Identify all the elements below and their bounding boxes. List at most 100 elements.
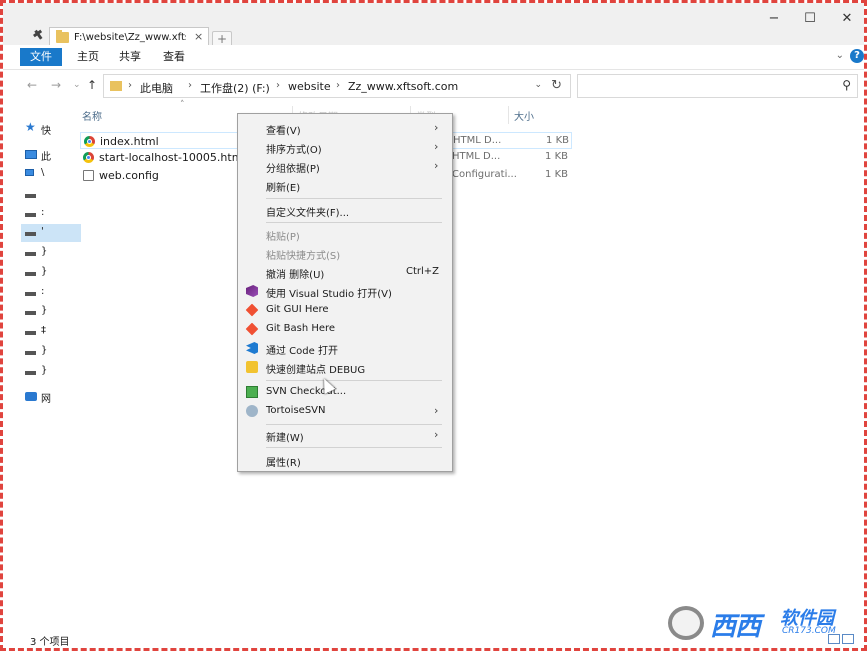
drive-icon <box>25 272 36 276</box>
menu-item-svn-checkout[interactable]: SVN Checkout... <box>238 383 452 402</box>
menu-item-label: Git Bash Here <box>266 323 336 334</box>
file-type: HTML D... <box>452 151 501 162</box>
menu-item-debug-site[interactable]: 快速创建站点 DEBUG <box>238 358 452 377</box>
menu-item-group[interactable]: 分组依据(P) › <box>238 157 452 176</box>
address-dropdown-icon[interactable]: ⌄ <box>534 80 542 90</box>
breadcrumb-website[interactable]: website <box>288 80 331 93</box>
menu-item-open-visual-studio[interactable]: 使用 Visual Studio 打开(V) <box>238 282 452 301</box>
nav-item-this-pc[interactable]: 此 <box>25 146 77 164</box>
menu-item-label: Git GUI Here <box>266 304 329 315</box>
nav-item-network[interactable]: 网 <box>25 388 77 406</box>
help-icon[interactable]: ? <box>850 49 864 63</box>
breadcrumb-separator: › <box>128 80 132 91</box>
menu-item-view[interactable]: 查看(V) › <box>238 119 452 138</box>
up-icon[interactable]: ↑ <box>87 78 97 92</box>
menu-item-customize-folder[interactable]: 自定义文件夹(F)... <box>238 201 452 220</box>
menu-item-undo-delete[interactable]: 撤消 删除(U) Ctrl+Z <box>238 263 452 282</box>
drive-icon <box>25 213 36 217</box>
nav-item-label: : <box>41 286 45 297</box>
breadcrumb-separator: › <box>336 80 340 91</box>
nav-item-label: \ <box>41 167 45 178</box>
breadcrumb-separator: › <box>188 80 192 91</box>
ribbon-tabs: 文件 主页 共享 查看 ⌄ ? <box>3 45 864 70</box>
refresh-icon[interactable]: ↻ <box>551 78 562 93</box>
pc-sub-icon <box>25 169 34 176</box>
quick-access-icon: ★ <box>25 120 36 134</box>
menu-item-label: TortoiseSVN <box>266 405 326 416</box>
close-button[interactable]: ✕ <box>832 11 862 26</box>
visual-studio-icon <box>246 285 258 297</box>
menu-separator <box>266 380 442 381</box>
breadcrumb-separator: › <box>276 80 280 91</box>
drive-icon <box>25 292 36 296</box>
drive-icon <box>25 194 36 198</box>
expand-ribbon-icon[interactable]: ⌄ <box>836 50 844 61</box>
nav-item-label: 快 <box>41 126 51 137</box>
tab-share[interactable]: 共享 <box>109 48 151 66</box>
menu-item-label: 快速创建站点 DEBUG <box>266 365 366 376</box>
address-bar[interactable]: › 此电脑 › 工作盘(2) (F:) › website › Zz_www.x… <box>103 74 571 98</box>
minimize-button[interactable]: − <box>759 11 789 26</box>
status-item-count: 3 个项目 <box>30 637 70 648</box>
breadcrumb-drive[interactable]: 工作盘(2) (F:) <box>200 80 270 96</box>
breadcrumb-current-folder[interactable]: Zz_www.xftsoft.com <box>348 80 458 93</box>
menu-separator <box>266 198 442 199</box>
nav-item-label: } <box>41 345 48 356</box>
submenu-arrow-icon: › <box>434 159 439 172</box>
menu-item-refresh[interactable]: 刷新(E) <box>238 176 452 195</box>
nav-item-drive[interactable] <box>25 186 77 204</box>
folder-icon <box>56 30 69 43</box>
breadcrumb-this-pc[interactable]: 此电脑 <box>140 80 173 96</box>
watermark-subtitle: CR173.COM <box>782 626 836 636</box>
tab-title: F:\website\Zz_www.xftsoft <box>74 32 186 43</box>
nav-item-drive[interactable]: } <box>25 264 77 282</box>
tab-view[interactable]: 查看 <box>153 48 195 66</box>
menu-item-label: 自定义文件夹(F)... <box>266 208 350 219</box>
nav-item-quick-access[interactable]: ★ 快 <box>25 120 77 138</box>
drive-icon <box>25 252 36 256</box>
submenu-arrow-icon: › <box>434 404 439 417</box>
menu-separator <box>266 424 442 425</box>
nav-item-label: } <box>41 365 48 376</box>
menu-item-open-code[interactable]: 通过 Code 打开 <box>238 339 452 358</box>
maximize-button[interactable]: ☐ <box>795 11 825 26</box>
pin-icon[interactable] <box>31 28 45 42</box>
menu-item-git-gui[interactable]: Git GUI Here <box>238 301 452 320</box>
forward-icon[interactable]: → <box>51 78 61 92</box>
drive-icon <box>25 232 36 236</box>
nav-item-pc-sub[interactable]: \ <box>25 165 77 183</box>
submenu-arrow-icon: › <box>434 140 439 153</box>
menu-item-properties[interactable]: 属性(R) <box>238 451 452 470</box>
svn-checkout-icon <box>246 386 258 398</box>
menu-item-new[interactable]: 新建(W) › <box>238 426 452 445</box>
nav-item-drive[interactable]: : <box>25 205 77 223</box>
search-input[interactable]: ⚲ <box>577 74 858 98</box>
file-size: 1 KB <box>545 151 568 162</box>
menu-item-git-bash[interactable]: Git Bash Here <box>238 320 452 339</box>
git-icon <box>245 303 259 317</box>
column-divider[interactable] <box>508 106 509 124</box>
menu-item-label: 分组依据(P) <box>266 164 320 175</box>
menu-separator <box>266 222 442 223</box>
back-icon[interactable]: ← <box>27 78 37 92</box>
nav-item-drive-selected[interactable]: ' <box>21 224 81 242</box>
menu-item-label: 粘贴快捷方式(S) <box>266 251 341 262</box>
recent-locations-icon[interactable]: ⌄ <box>73 80 81 90</box>
column-header-name[interactable]: 名称 <box>82 108 102 123</box>
nav-item-drive[interactable]: } <box>25 303 77 321</box>
tab-file[interactable]: 文件 <box>20 48 62 66</box>
nav-item-drive[interactable]: } <box>25 343 77 361</box>
tab-close-icon[interactable]: × <box>194 30 203 43</box>
nav-item-label: } <box>41 246 48 257</box>
nav-item-drive[interactable]: ‡ <box>25 323 77 341</box>
nav-item-label: : <box>41 207 45 218</box>
file-name: index.html <box>100 135 159 148</box>
nav-item-drive[interactable]: } <box>25 363 77 381</box>
file-size: 1 KB <box>546 135 569 146</box>
menu-item-sort[interactable]: 排序方式(O) › <box>238 138 452 157</box>
column-header-size[interactable]: 大小 <box>514 108 534 123</box>
tab-home[interactable]: 主页 <box>67 48 109 66</box>
nav-item-drive[interactable]: } <box>25 244 77 262</box>
menu-item-tortoisesvn[interactable]: TortoiseSVN › <box>238 402 452 421</box>
nav-item-drive[interactable]: : <box>25 284 77 302</box>
